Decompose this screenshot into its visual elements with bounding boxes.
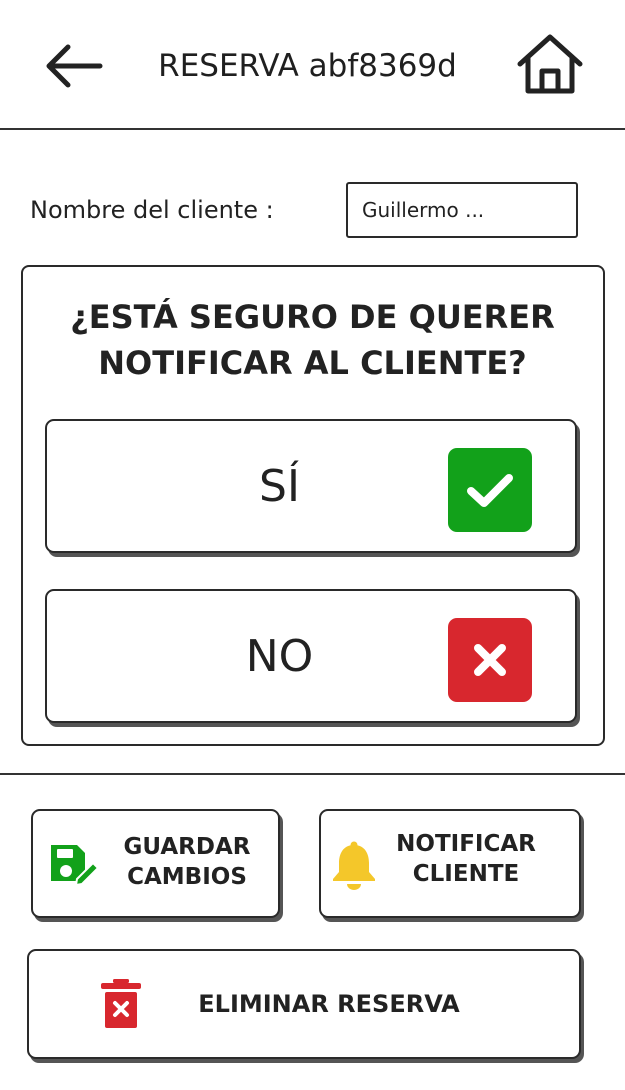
confirm-no-button[interactable]: NO <box>45 589 577 723</box>
delete-reservation-button[interactable]: ELIMINAR RESERVA <box>27 949 581 1059</box>
confirm-no-label: NO <box>245 630 314 682</box>
check-icon <box>448 448 532 532</box>
notify-client-button[interactable]: NOTIFICAR CLIENTE <box>319 809 581 918</box>
client-name-field[interactable] <box>346 182 578 238</box>
save-changes-label: GUARDAR CAMBIOS <box>117 832 257 894</box>
header-divider <box>0 128 625 130</box>
notify-client-line2: CLIENTE <box>412 861 520 887</box>
dialog-question: ¿ESTÁ SEGURO DE QUERER NOTIFICAR AL CLIE… <box>70 298 555 382</box>
close-icon <box>448 618 532 702</box>
save-changes-line1: GUARDAR <box>123 834 251 860</box>
delete-reservation-label: ELIMINAR RESERVA <box>198 990 460 1018</box>
confirm-yes-button[interactable]: SÍ <box>45 419 577 553</box>
save-edit-icon <box>47 841 99 887</box>
bell-icon <box>331 839 377 891</box>
confirm-yes-label: SÍ <box>259 460 300 512</box>
notify-client-label: NOTIFICAR CLIENTE <box>386 829 546 891</box>
trash-icon <box>99 979 143 1029</box>
notify-client-line1: NOTIFICAR <box>396 831 536 857</box>
home-button[interactable] <box>512 30 588 100</box>
home-icon <box>517 34 583 94</box>
back-button[interactable] <box>40 38 108 94</box>
client-name-label: Nombre del cliente : <box>30 196 274 224</box>
arrow-left-icon <box>46 44 103 88</box>
save-changes-button[interactable]: GUARDAR CAMBIOS <box>31 809 280 918</box>
save-changes-line2: CAMBIOS <box>127 864 247 890</box>
dialog-divider <box>0 773 625 775</box>
page-title: RESERVA abf8369d <box>158 48 457 84</box>
